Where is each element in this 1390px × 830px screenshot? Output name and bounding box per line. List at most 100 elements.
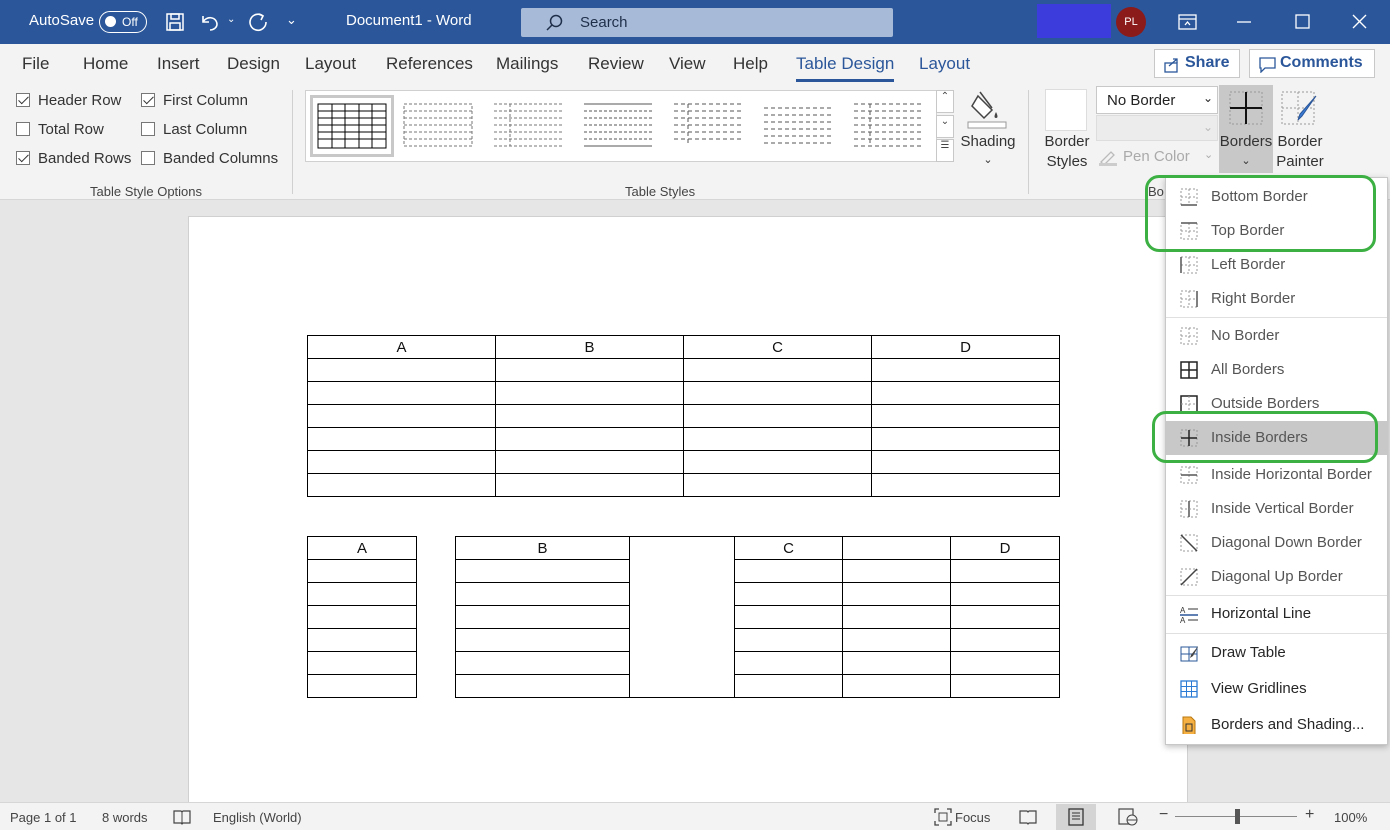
table-style-plain-1[interactable] [402,98,474,152]
table-cell[interactable] [871,381,1060,405]
print-layout-button[interactable] [1056,804,1096,830]
zoom-slider-thumb[interactable] [1235,809,1240,824]
table-cell[interactable] [495,381,684,405]
tab-layout[interactable]: Layout [305,54,356,74]
focus-icon[interactable] [934,808,952,826]
table-cell[interactable] [307,473,496,497]
tab-review[interactable]: Review [588,54,644,74]
table-cell[interactable] [734,674,843,698]
table-2-main[interactable]: B C D [455,536,1060,698]
word-count[interactable]: 8 words [102,810,148,825]
page-count[interactable]: Page 1 of 1 [10,810,77,825]
table-cell[interactable] [683,427,872,451]
table-cell[interactable]: B [495,335,684,359]
table-style-plain-2[interactable] [492,98,564,152]
table-cell[interactable] [734,651,843,675]
table-cell[interactable] [842,582,951,606]
merged-cell[interactable] [629,536,735,698]
table-cell[interactable] [307,674,417,698]
close-icon[interactable] [1352,14,1368,30]
proofing-icon[interactable] [173,809,191,825]
table-cell[interactable] [495,427,684,451]
tab-view[interactable]: View [669,54,706,74]
avatar[interactable]: PL [1116,7,1146,37]
table-cell[interactable] [734,582,843,606]
undo-dropdown-icon[interactable]: ⌄ [227,14,235,25]
minimize-icon[interactable] [1236,21,1252,24]
table-cell[interactable] [950,582,1060,606]
menu-view-gridlines[interactable]: View Gridlines [1166,672,1387,706]
tab-home[interactable]: Home [83,54,128,74]
table-cell[interactable] [683,404,872,428]
table-cell[interactable] [871,404,1060,428]
menu-diagonal-down-border[interactable]: Diagonal Down Border [1166,526,1387,560]
shading-label[interactable]: Shading [952,132,1024,152]
tab-file[interactable]: File [22,54,49,74]
line-style-select[interactable]: No Border ⌄ [1096,86,1218,114]
table-cell[interactable] [307,628,417,652]
table-cell[interactable] [842,559,951,583]
table-cell[interactable] [683,358,872,382]
table-cell[interactable] [842,536,951,560]
tab-table-design[interactable]: Table Design [796,54,895,82]
language[interactable]: English (World) [213,810,302,825]
menu-all-borders[interactable]: All Borders [1166,353,1387,387]
table-cell[interactable] [871,358,1060,382]
table-cell[interactable]: B [455,536,630,560]
menu-diagonal-up-border[interactable]: Diagonal Up Border [1166,560,1387,594]
zoom-level[interactable]: 100% [1334,810,1367,825]
table-cell[interactable] [307,381,496,405]
border-painter-icon[interactable] [1280,90,1320,130]
table-cell[interactable] [950,628,1060,652]
ribbon-display-options-icon[interactable] [1178,13,1198,31]
tab-mailings[interactable]: Mailings [496,54,558,74]
table-cell[interactable] [734,605,843,629]
tab-table-layout[interactable]: Layout [919,54,970,74]
table-1[interactable]: ABCD [307,335,1060,497]
table-cell[interactable] [307,427,496,451]
table-cell[interactable] [871,427,1060,451]
tab-design[interactable]: Design [227,54,280,74]
table-cell[interactable] [455,628,630,652]
zoom-out-button[interactable]: − [1159,806,1168,824]
redo-icon[interactable] [247,11,269,33]
table-cell[interactable]: D [871,335,1060,359]
table-cell[interactable] [734,559,843,583]
menu-inside-vertical-border[interactable]: Inside Vertical Border [1166,492,1387,526]
table-cell[interactable] [495,404,684,428]
border-painter-line1[interactable]: Border [1270,132,1330,152]
share-button[interactable]: Share [1154,49,1240,78]
table-cell[interactable] [495,450,684,474]
line-weight-select[interactable]: ⌄ [1096,115,1218,141]
table-cell[interactable] [495,358,684,382]
table-cell[interactable] [683,473,872,497]
table-style-plain-6[interactable] [852,98,924,152]
border-styles-swatch[interactable] [1045,89,1087,131]
menu-left-border[interactable]: Left Border [1166,248,1387,282]
table-cell[interactable] [307,605,417,629]
table-cell[interactable] [495,473,684,497]
table-style-grid[interactable] [310,95,394,157]
table-cell[interactable]: C [734,536,843,560]
menu-borders-and-shading[interactable]: Borders and Shading... [1166,708,1387,742]
table-cell[interactable] [842,605,951,629]
table-cell[interactable]: A [307,335,496,359]
menu-draw-table[interactable]: Draw Table [1166,636,1387,670]
web-layout-icon[interactable] [1118,808,1138,826]
table-cell[interactable]: C [683,335,872,359]
table-cell[interactable] [950,605,1060,629]
table-cell[interactable] [455,674,630,698]
undo-icon[interactable] [199,12,221,32]
save-icon[interactable] [165,12,185,32]
table-cell[interactable] [842,651,951,675]
table-cell[interactable] [842,628,951,652]
table-cell[interactable] [950,674,1060,698]
table-cell[interactable] [307,358,496,382]
read-mode-icon[interactable] [1019,809,1037,825]
tab-help[interactable]: Help [733,54,768,74]
table-cell[interactable] [842,674,951,698]
table-style-plain-3[interactable] [582,98,654,152]
comments-button[interactable]: Comments [1249,49,1375,78]
page[interactable] [188,216,1188,816]
customize-toolbar-icon[interactable]: ⌄ [286,12,297,28]
